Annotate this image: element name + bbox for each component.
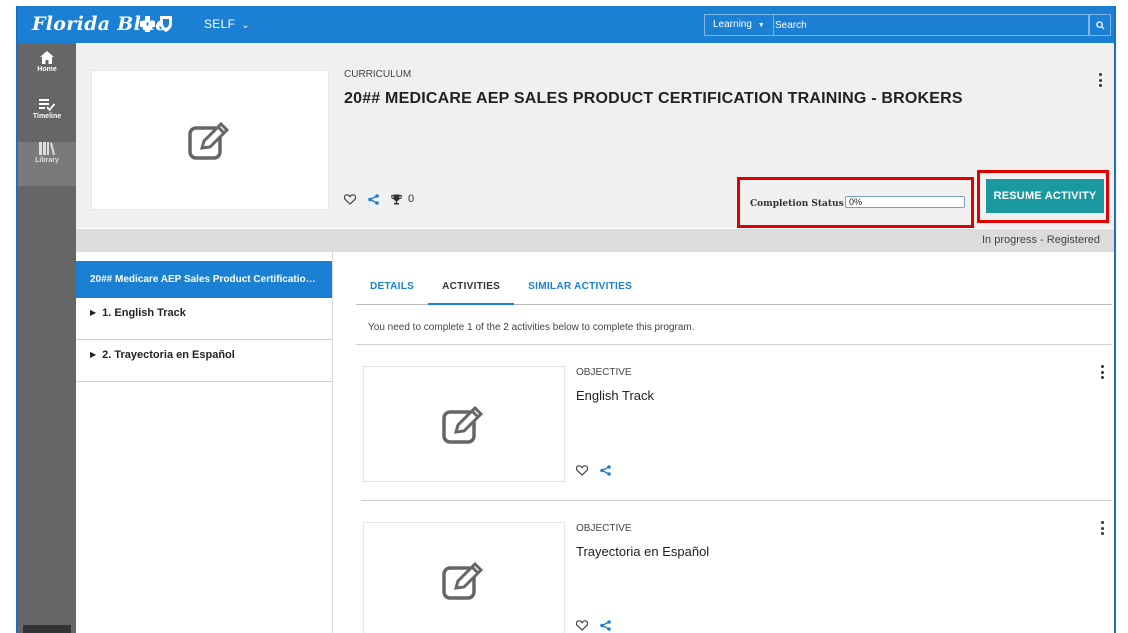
divider [356, 344, 1112, 345]
learning-dropdown[interactable]: Learning ▼ [704, 14, 774, 36]
edit-placeholder-icon [442, 405, 484, 444]
home-icon [40, 51, 54, 64]
tab-similar-activities[interactable]: SIMILAR ACTIVITIES [514, 274, 646, 305]
tree-item-english-track[interactable]: ▶ 1. English Track [76, 298, 332, 340]
search-input[interactable] [767, 14, 1089, 36]
curriculum-tree: 20## Medicare AEP Sales Product Certific… [76, 252, 333, 633]
activity-title[interactable]: English Track [576, 388, 654, 403]
enrollment-status: In progress - Registered [982, 234, 1100, 246]
chevron-down-icon: ⌄ [241, 20, 250, 31]
self-label: SELF [204, 17, 236, 31]
heart-icon [576, 620, 588, 631]
share-button[interactable] [600, 465, 611, 476]
activity-actions [576, 620, 611, 631]
divider [361, 500, 1112, 501]
resume-activity-button[interactable]: RESUME ACTIVITY [986, 179, 1104, 213]
activities-instruction: You need to complete 1 of the 2 activiti… [368, 322, 695, 333]
header-more-menu-icon[interactable] [1095, 71, 1105, 89]
activity-more-menu-icon[interactable] [1097, 363, 1107, 381]
share-button[interactable] [368, 193, 379, 205]
activity-thumbnail[interactable] [363, 522, 565, 633]
rail-item-timeline[interactable]: Timeline [18, 98, 76, 142]
caret-right-icon: ▶ [90, 350, 97, 359]
favorite-button[interactable] [344, 193, 356, 205]
favorite-button[interactable] [576, 620, 588, 631]
caret-down-icon: ▼ [757, 22, 765, 29]
tree-item-spanish-track[interactable]: ▶ 2. Trayectoria en Español [76, 340, 332, 382]
activity-title[interactable]: Trayectoria en Español [576, 544, 709, 559]
page-title: 20## MEDICARE AEP SALES PRODUCT CERTIFIC… [344, 90, 963, 107]
tree-item-label: 1. English Track [102, 307, 186, 319]
share-button[interactable] [600, 620, 611, 631]
timeline-icon [39, 99, 55, 111]
curriculum-header: CURRICULUM 20## MEDICARE AEP SALES PRODU… [76, 43, 1114, 228]
curriculum-type-label: CURRICULUM [344, 69, 412, 80]
favorite-button[interactable] [576, 465, 588, 476]
edit-placeholder-icon [442, 561, 484, 600]
self-dropdown[interactable]: SELF ⌄ [204, 17, 250, 31]
activity-type-label: OBJECTIVE [576, 523, 632, 534]
trophy-count-value: 0 [408, 193, 415, 205]
share-icon [600, 620, 611, 631]
rail-item-library[interactable]: Library [18, 142, 76, 186]
search-icon [1095, 20, 1105, 30]
tab-bar: DETAILS ACTIVITIES SIMILAR ACTIVITIES [356, 274, 1112, 305]
library-icon [39, 142, 55, 155]
rail-label-library: Library [35, 157, 59, 164]
edit-placeholder-icon [188, 121, 230, 160]
completion-status-label: Completion Status [750, 199, 844, 209]
share-icon [368, 193, 379, 205]
activity-actions [576, 465, 611, 476]
cross-shield-logo-icon [140, 16, 172, 32]
activity-type-label: OBJECTIVE [576, 367, 632, 378]
status-strip: In progress - Registered [76, 229, 1114, 252]
trophy-icon [391, 194, 402, 204]
tab-details[interactable]: DETAILS [356, 274, 428, 305]
rail-item-home[interactable]: Home [18, 51, 76, 95]
completion-percent: 0% [849, 197, 863, 207]
rail-label-home: Home [37, 66, 57, 73]
tab-activities[interactable]: ACTIVITIES [428, 274, 515, 305]
left-rail: Home Timeline Library [18, 43, 76, 633]
tree-item-label: 2. Trayectoria en Español [102, 349, 235, 361]
trophy-count: 0 [391, 193, 414, 205]
search-button[interactable] [1089, 14, 1111, 36]
header-actions: 0 [344, 193, 414, 205]
activity-more-menu-icon[interactable] [1097, 519, 1107, 537]
app-frame: Florida Blue SELF ⌄ Learning ▼ Search Ho… [16, 6, 1116, 633]
top-bar: Florida Blue SELF ⌄ Learning ▼ [18, 6, 1114, 43]
rail-label-timeline: Timeline [32, 113, 62, 120]
heart-icon [344, 193, 356, 205]
heart-icon [576, 465, 588, 476]
tree-root-item[interactable]: 20## Medicare AEP Sales Product Certific… [76, 261, 332, 298]
curriculum-thumbnail [91, 70, 329, 210]
activity-thumbnail[interactable] [363, 366, 565, 482]
learning-label: Learning [713, 19, 752, 30]
share-icon [600, 465, 611, 476]
completion-progress-bar: 0% [845, 196, 965, 208]
caret-right-icon: ▶ [90, 308, 97, 317]
rail-bottom-handle [23, 625, 71, 633]
